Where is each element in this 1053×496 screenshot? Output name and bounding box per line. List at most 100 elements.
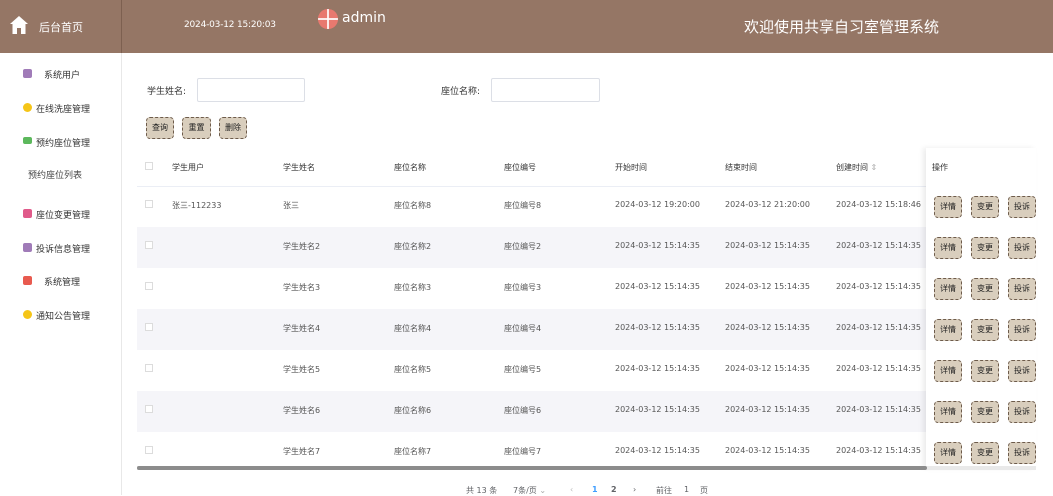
next-page-icon[interactable]: › [633, 485, 636, 494]
change-button[interactable]: 变更 [971, 196, 999, 218]
cell-seat-name: 座位名称3 [394, 283, 432, 292]
row-checkbox[interactable] [145, 323, 153, 331]
cell-created: 2024-03-12 15:14:35 [836, 282, 921, 291]
detail-button[interactable]: 详情 [934, 401, 962, 423]
cell-start: 2024-03-12 15:14:35 [615, 323, 700, 332]
select-all-checkbox[interactable] [145, 162, 153, 170]
sort-icon[interactable]: ⇕ [871, 163, 878, 172]
cell-seat-no: 座位编号5 [504, 365, 542, 374]
cell-seat-name: 座位名称7 [394, 447, 432, 456]
complaint-button[interactable]: 投诉 [1008, 442, 1036, 464]
cell-created: 2024-03-12 15:14:35 [836, 405, 921, 414]
home-icon [10, 16, 28, 34]
page-2-button[interactable]: 2 [611, 485, 617, 494]
change-button[interactable]: 变更 [971, 319, 999, 341]
user-avatar[interactable] [318, 9, 338, 29]
sidebar-item-label: 座位变更管理 [36, 211, 91, 221]
page-size-value: 7条/页 [513, 486, 537, 495]
detail-button[interactable]: 详情 [934, 196, 962, 218]
row-checkbox[interactable] [145, 364, 153, 372]
student-name-label: 学生姓名: [147, 87, 187, 97]
cell-seat-name: 座位名称5 [394, 365, 432, 374]
complaint-button[interactable]: 投诉 [1008, 196, 1036, 218]
cell-seat-no: 座位编号3 [504, 283, 542, 292]
complaint-button[interactable]: 投诉 [1008, 237, 1036, 259]
home-label: 后台首页 [39, 21, 83, 34]
cell-created: 2024-03-12 15:14:35 [836, 241, 921, 250]
change-button[interactable]: 变更 [971, 278, 999, 300]
sidebar-item-system-admin[interactable]: 系统管理 [0, 272, 121, 292]
cell-end: 2024-03-12 15:14:35 [725, 446, 810, 455]
cell-start: 2024-03-12 15:14:35 [615, 241, 700, 250]
change-button[interactable]: 变更 [971, 237, 999, 259]
col-header-user: 学生用户 [172, 163, 204, 172]
sidebar-item-complaints[interactable]: 投诉信息管理 [0, 239, 121, 259]
detail-button[interactable]: 详情 [934, 278, 962, 300]
cell-name: 学生姓名7 [283, 447, 321, 456]
sidebar-item-notices[interactable]: 通知公告管理 [0, 306, 121, 326]
swap-icon [23, 209, 32, 218]
table-row[interactable]: 学生姓名3 座位名称3 座位编号3 2024-03-12 15:14:35 2024-0… [137, 268, 1036, 309]
detail-button[interactable]: 详情 [934, 360, 962, 382]
sidebar-item-seat-changes[interactable]: 座位变更管理 [0, 205, 121, 225]
col-header-created[interactable]: 创建时间 ⇕ [836, 162, 877, 173]
sidebar-item-label: 系统用户 [44, 71, 81, 81]
complaint-button[interactable]: 投诉 [1008, 319, 1036, 341]
row-checkbox[interactable] [145, 200, 153, 208]
chat-icon [23, 137, 32, 144]
cell-created: 2024-03-12 15:14:35 [836, 446, 921, 455]
row-checkbox[interactable] [145, 282, 153, 290]
col-header-seat-name: 座位名称 [394, 163, 426, 172]
table-row[interactable]: 学生姓名2 座位名称2 座位编号2 2024-03-12 15:14:35 2024-0… [137, 227, 1036, 268]
student-name-input[interactable] [197, 78, 305, 102]
row-checkbox[interactable] [145, 446, 153, 454]
username[interactable]: admin [342, 10, 386, 26]
table-row[interactable]: 学生姓名6 座位名称6 座位编号6 2024-03-12 15:14:35 2024-0… [137, 391, 1036, 432]
page-1-button[interactable]: 1 [592, 485, 598, 494]
complaint-button[interactable]: 投诉 [1008, 278, 1036, 300]
badge-icon [23, 103, 32, 112]
row-checkbox[interactable] [145, 241, 153, 249]
complaint-button[interactable]: 投诉 [1008, 360, 1036, 382]
home-link[interactable]: 后台首页 [0, 0, 122, 53]
sidebar-item-system-users[interactable]: 系统用户 [0, 65, 121, 85]
cell-start: 2024-03-12 19:20:00 [615, 200, 700, 209]
table-row[interactable]: 学生姓名4 座位名称4 座位编号4 2024-03-12 15:14:35 2024-0… [137, 309, 1036, 350]
row-checkbox[interactable] [145, 405, 153, 413]
prev-page-icon[interactable]: ‹ [570, 485, 573, 494]
cell-seat-no: 座位编号2 [504, 242, 542, 251]
cell-end: 2024-03-12 15:14:35 [725, 405, 810, 414]
cell-user: 张三-112233 [172, 201, 222, 210]
sidebar-item-label: 预约座位管理 [36, 139, 91, 149]
page-size-select[interactable]: 7条/页 ⌄ [513, 485, 546, 496]
detail-button[interactable]: 详情 [934, 319, 962, 341]
complaint-button[interactable]: 投诉 [1008, 401, 1036, 423]
query-button[interactable]: 查询 [146, 117, 174, 139]
sidebar-subitem-reservation-list[interactable]: 预约座位列表 [28, 168, 82, 181]
change-button[interactable]: 变更 [971, 442, 999, 464]
table-row[interactable]: 学生姓名5 座位名称5 座位编号5 2024-03-12 15:14:35 2024-0… [137, 350, 1036, 391]
cell-start: 2024-03-12 15:14:35 [615, 364, 700, 373]
table-header-row: 学生用户 学生姓名 座位名称 座位编号 开始时间 结束时间 创建时间 ⇕ [137, 148, 1036, 187]
cell-name: 学生姓名6 [283, 406, 321, 415]
detail-button[interactable]: 详情 [934, 442, 962, 464]
delete-button[interactable]: 删除 [219, 117, 247, 139]
sidebar-item-reservations[interactable]: 预约座位管理 [0, 133, 121, 153]
cell-name: 学生姓名5 [283, 365, 321, 374]
col-header-end: 结束时间 [725, 163, 757, 172]
horizontal-scrollbar-thumb[interactable] [137, 466, 927, 470]
change-button[interactable]: 变更 [971, 401, 999, 423]
reset-button[interactable]: 重置 [182, 117, 211, 139]
goto-page-input[interactable]: 1 [684, 485, 689, 494]
page-unit-label: 页 [700, 486, 708, 495]
sidebar-item-online-seats[interactable]: 在线洗座管理 [0, 99, 121, 119]
detail-button[interactable]: 详情 [934, 237, 962, 259]
change-button[interactable]: 变更 [971, 360, 999, 382]
cell-end: 2024-03-12 15:14:35 [725, 323, 810, 332]
sidebar-item-label: 投诉信息管理 [36, 245, 91, 255]
table-row[interactable]: 张三-112233 张三 座位名称8 座位编号8 2024-03-12 19:20:00… [137, 186, 1036, 227]
cell-end: 2024-03-12 15:14:35 [725, 364, 810, 373]
seat-name-input[interactable] [491, 78, 600, 102]
sidebar: 系统用户 在线洗座管理 预约座位管理 预约座位列表 座位变更管理 投诉信息管理 … [0, 53, 122, 495]
cell-seat-no: 座位编号6 [504, 406, 542, 415]
